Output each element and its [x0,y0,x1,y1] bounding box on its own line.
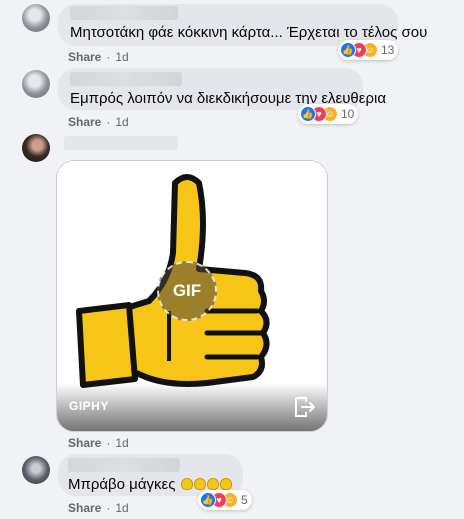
comment-4-reactions[interactable]: 👍 ♥ ☺ 5 [198,490,252,510]
share-arrow-icon[interactable] [293,395,317,419]
comment-1-meta: Share · 1d [68,50,129,64]
comment-time[interactable]: 1d [115,501,128,515]
comment-1-reactions[interactable]: 👍 ♥ ☺ 13 [338,40,399,60]
comment-2-reactions[interactable]: 👍 ♥ ☺ 10 [298,104,359,124]
comment-4-author-name-redacted[interactable] [68,458,180,472]
like-reaction-icon: 👍 [300,106,316,122]
reaction-count: 13 [381,43,395,57]
comment-2-author-name-redacted[interactable] [70,72,182,86]
clap-emoji-icon [219,478,232,491]
comment-3-meta: Share · 1d [68,436,129,450]
comment-4-text-content: Μπράβο μάγκες [68,476,176,493]
clap-emoji-icon [180,478,193,491]
like-reaction-icon: 👍 [200,492,216,508]
comment-3-author-name-redacted[interactable] [64,136,178,150]
comment-4-meta: Share · 1d [68,501,129,515]
comment-time[interactable]: 1d [115,115,128,129]
like-reaction-icon: 👍 [340,42,356,58]
comment-1-author-name-redacted[interactable] [70,6,178,20]
gif-play-badge[interactable]: GIF [157,261,217,321]
clap-emoji-icon [206,478,219,491]
gif-attachment[interactable]: GIF GIPHY [56,160,328,432]
comment-2-meta: Share · 1d [68,115,129,129]
share-link[interactable]: Share [68,50,101,64]
giphy-label[interactable]: GIPHY [69,399,109,413]
reaction-count: 5 [241,493,248,507]
reaction-count: 10 [341,107,355,121]
comment-time[interactable]: 1d [115,50,128,64]
comment-3-avatar[interactable] [22,134,50,162]
comment-2-avatar[interactable] [22,70,50,98]
comment-1-avatar[interactable] [22,4,50,32]
comment-time[interactable]: 1d [115,436,128,450]
share-link[interactable]: Share [68,436,101,450]
clap-emoji-icon [193,478,206,491]
comment-4-avatar[interactable] [22,456,50,484]
share-link[interactable]: Share [68,115,101,129]
share-link[interactable]: Share [68,501,101,515]
